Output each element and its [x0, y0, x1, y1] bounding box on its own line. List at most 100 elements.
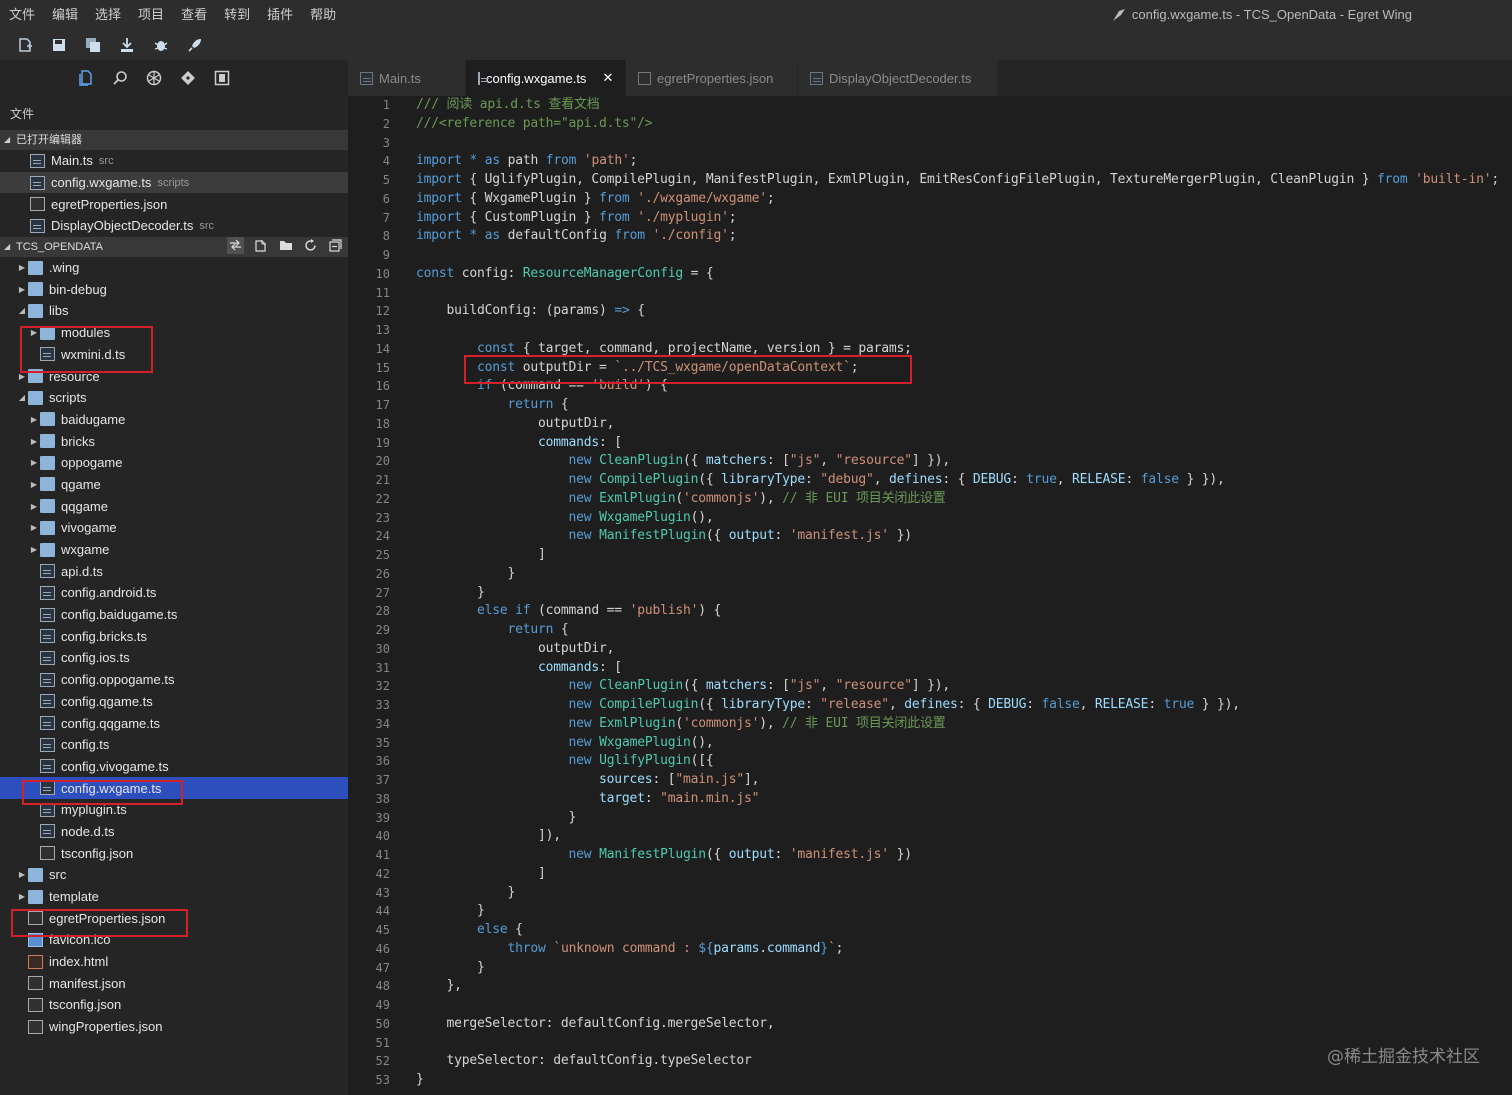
tree-file[interactable]: config.android.ts — [0, 582, 348, 604]
tree-file[interactable]: node.d.ts — [0, 821, 348, 843]
ts-file-icon — [40, 585, 55, 600]
tree-folder[interactable]: ▶ wxgame — [0, 539, 348, 561]
menu-item[interactable]: 选择 — [86, 0, 129, 30]
tree-file[interactable]: config.ios.ts — [0, 647, 348, 669]
tree-file[interactable]: config.oppogame.ts — [0, 669, 348, 691]
tree-file[interactable]: api.d.ts — [0, 560, 348, 582]
tree-folder[interactable]: ▶ baidugame — [0, 409, 348, 431]
chevron-right-icon[interactable]: ▶ — [28, 415, 40, 424]
close-icon[interactable]: ✕ — [602, 70, 613, 86]
chevron-right-icon[interactable]: ▶ — [16, 285, 28, 294]
chevron-right-icon[interactable]: ▶ — [28, 545, 40, 554]
tree-file[interactable]: tsconfig.json — [0, 842, 348, 864]
folder-icon — [28, 390, 43, 405]
save-icon[interactable] — [48, 34, 70, 56]
tree-file[interactable]: index.html — [0, 951, 348, 973]
extensions-icon[interactable] — [144, 68, 164, 88]
tree-folder[interactable]: ◢ scripts — [0, 387, 348, 409]
menu-item[interactable]: 插件 — [258, 0, 301, 30]
new-file-small-icon[interactable] — [252, 237, 269, 254]
tree-file[interactable]: config.ts — [0, 734, 348, 756]
tree-folder[interactable]: ▶ modules — [0, 322, 348, 344]
line-number: 4 — [382, 154, 390, 169]
menu-item[interactable]: 查看 — [172, 0, 215, 30]
chevron-right-icon[interactable]: ▶ — [16, 892, 28, 901]
menu-item[interactable]: 转到 — [215, 0, 258, 30]
code-editor[interactable]: 1 2 3 4 5 6 7 8 9 10 11 12 13 14 15 16 17 18 19 20 21 22 23 24 2… — [348, 96, 1512, 1095]
project-header[interactable]: ◢ TCS_OPENDATA — [0, 236, 348, 257]
open-editor-item[interactable]: Main.ts src — [0, 150, 348, 172]
link-editor-icon[interactable] — [227, 236, 244, 254]
line-number-gutter: 1 2 3 4 5 6 7 8 9 10 11 12 13 14 15 16 17 18 19 20 21 22 23 24 2… — [348, 96, 400, 1095]
line-number: 2 — [382, 116, 390, 131]
open-editor-item[interactable]: config.wxgame.ts scripts — [0, 171, 348, 194]
menu-item[interactable]: 项目 — [129, 0, 172, 30]
chevron-right-icon[interactable]: ▶ — [28, 437, 40, 446]
chevron-right-icon[interactable]: ▶ — [16, 870, 28, 879]
open-editor-item[interactable]: DisplayObjectDecoder.ts src — [0, 215, 348, 237]
chevron-right-icon[interactable]: ▶ — [16, 372, 28, 381]
code-token: } — [416, 959, 485, 975]
chevron-right-icon[interactable]: ▶ — [28, 458, 40, 467]
tree-file[interactable]: favicon.ico — [0, 929, 348, 951]
tree-folder[interactable]: ▶ bin-debug — [0, 278, 348, 300]
tree-file[interactable]: config.qqgame.ts — [0, 712, 348, 734]
tree-folder[interactable]: ▶ .wing — [0, 257, 348, 279]
open-editors-header[interactable]: ◢ 已打开编辑器 — [0, 130, 348, 150]
open-editor-item[interactable]: egretProperties.json — [0, 193, 348, 215]
tree-file[interactable]: config.wxgame.ts — [0, 777, 348, 799]
tree-folder[interactable]: ▶ resource — [0, 365, 348, 387]
tree-file[interactable]: config.qgame.ts — [0, 691, 348, 713]
menu-item[interactable]: 文件 — [0, 0, 43, 30]
tree-folder[interactable]: ▶ vivogame — [0, 517, 348, 539]
menu-item[interactable]: 帮助 — [301, 0, 344, 30]
new-file-icon[interactable] — [14, 34, 36, 56]
git-icon[interactable] — [178, 68, 198, 88]
debug-panel-icon[interactable] — [212, 68, 232, 88]
new-folder-icon[interactable] — [277, 237, 294, 254]
tree-folder[interactable]: ▶ template — [0, 886, 348, 908]
code-token: : [ — [766, 678, 790, 694]
tree-file[interactable]: wingProperties.json — [0, 1016, 348, 1038]
collapse-all-icon[interactable] — [327, 237, 344, 254]
tree-folder[interactable]: ▶ src — [0, 864, 348, 886]
tree-folder[interactable]: ▶ bricks — [0, 430, 348, 452]
tab-config-wxgame-ts[interactable]: config.wxgame.ts ✕ — [466, 60, 626, 96]
chevron-right-icon[interactable]: ▶ — [28, 480, 40, 489]
chevron-right-icon[interactable]: ▶ — [16, 263, 28, 272]
tree-file[interactable]: config.bricks.ts — [0, 625, 348, 647]
tree-file[interactable]: wxmini.d.ts — [0, 344, 348, 366]
refresh-icon[interactable] — [302, 237, 319, 254]
explorer-icon[interactable] — [76, 68, 96, 88]
tab-displayobjectdecoder-ts[interactable]: DisplayObjectDecoder.ts — [798, 60, 998, 96]
tab-egretproperties-json[interactable]: egretProperties.json — [626, 60, 798, 96]
menu-item[interactable]: 编辑 — [43, 0, 86, 30]
publish-rocket-icon[interactable] — [184, 34, 206, 56]
tree-file[interactable]: manifest.json — [0, 972, 348, 994]
chevron-down-icon[interactable]: ◢ — [16, 393, 28, 402]
tree-file[interactable]: config.baidugame.ts — [0, 604, 348, 626]
code-token: defines — [904, 697, 958, 712]
chevron-right-icon[interactable]: ▶ — [28, 523, 40, 532]
debug-icon[interactable] — [150, 34, 172, 56]
search-icon[interactable] — [110, 68, 130, 88]
tree-folder[interactable]: ◢ libs — [0, 300, 348, 322]
tab-main-ts[interactable]: Main.ts — [348, 60, 466, 96]
editor-tabs: Main.ts config.wxgame.ts ✕ egretProperties.… — [348, 60, 1512, 96]
save-all-icon[interactable] — [82, 34, 104, 56]
tree-file[interactable]: myplugin.ts — [0, 799, 348, 821]
tree-folder[interactable]: ▶ oppogame — [0, 452, 348, 474]
tree-file[interactable]: tsconfig.json — [0, 994, 348, 1016]
chevron-right-icon[interactable]: ▶ — [28, 502, 40, 511]
tree-file[interactable]: config.vivogame.ts — [0, 756, 348, 778]
chevron-right-icon[interactable]: ▶ — [28, 328, 40, 337]
code-token: { target, command, projectName, version … — [515, 340, 912, 356]
chevron-down-icon[interactable]: ◢ — [16, 306, 28, 315]
download-icon[interactable] — [116, 34, 138, 56]
file-name: bin-debug — [49, 281, 107, 297]
tree-folder[interactable]: ▶ qgame — [0, 474, 348, 496]
tree-folder[interactable]: ▶ qqgame — [0, 495, 348, 517]
tree-file[interactable]: egretProperties.json — [0, 907, 348, 929]
